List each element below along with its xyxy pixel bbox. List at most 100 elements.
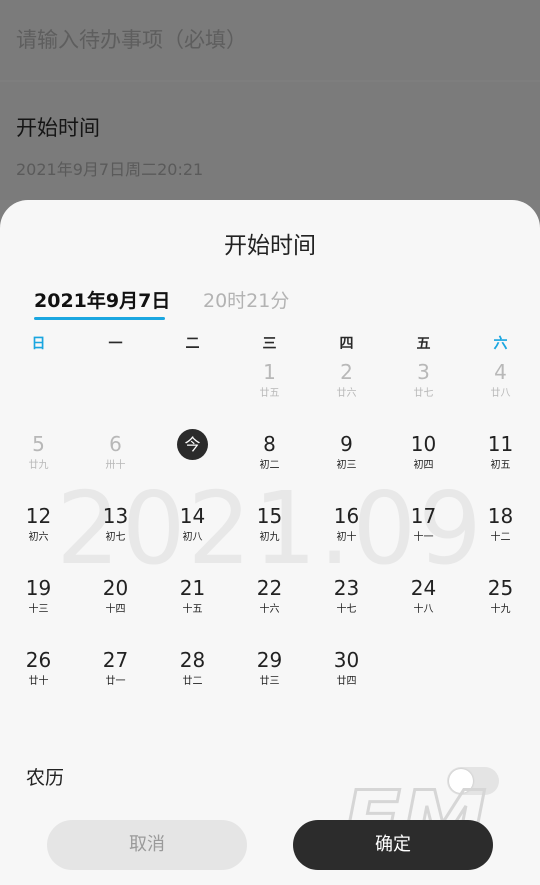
calendar-day[interactable]: 3 廿七 bbox=[385, 360, 462, 420]
calendar-day[interactable]: 25 十九 bbox=[462, 576, 539, 636]
calendar-day[interactable]: 11 初五 bbox=[462, 432, 539, 492]
calendar-day[interactable]: 21 十五 bbox=[154, 576, 231, 636]
weekday-sun: 日 bbox=[31, 336, 46, 352]
day-number: 24 bbox=[410, 576, 437, 600]
calendar-day[interactable]: 30 廿四 bbox=[308, 648, 385, 708]
calendar-day[interactable]: 16 初十 bbox=[308, 504, 385, 564]
day-number: 11 bbox=[487, 432, 514, 456]
calendar-day[interactable]: 1 廿五 bbox=[231, 360, 308, 420]
calendar-day[interactable]: 6 卅十 bbox=[77, 432, 154, 492]
lunar-date: 十五 bbox=[182, 604, 203, 615]
lunar-date: 廿四 bbox=[336, 676, 357, 687]
day-number: 10 bbox=[410, 432, 437, 456]
calendar-day[interactable]: 8 初二 bbox=[231, 432, 308, 492]
lunar-date: 初五 bbox=[490, 460, 511, 471]
calendar-day[interactable]: 23 十七 bbox=[308, 576, 385, 636]
todo-input-row: 请输入待办事项（必填） bbox=[0, 0, 540, 80]
calendar-day[interactable]: 28 廿二 bbox=[154, 648, 231, 708]
day-number: 9 bbox=[340, 432, 353, 456]
calendar-day[interactable]: 19 十三 bbox=[0, 576, 77, 636]
calendar-day[interactable]: 今 bbox=[154, 429, 231, 492]
day-number: 2 bbox=[340, 360, 353, 384]
lunar-date: 廿一 bbox=[105, 676, 126, 687]
day-number: 1 bbox=[263, 360, 276, 384]
day-number: 30 bbox=[333, 648, 360, 672]
lunar-date: 廿九 bbox=[28, 460, 49, 471]
picker-title: 开始时间 bbox=[224, 233, 316, 259]
day-number: 6 bbox=[109, 432, 122, 456]
calendar-day[interactable]: 18 十二 bbox=[462, 504, 539, 564]
weekday-sat: 六 bbox=[493, 336, 508, 352]
lunar-date: 廿七 bbox=[413, 388, 434, 399]
day-number: 3 bbox=[417, 360, 430, 384]
calendar-day[interactable]: 26 廿十 bbox=[0, 648, 77, 708]
day-number: 25 bbox=[487, 576, 514, 600]
lunar-date: 初六 bbox=[28, 532, 49, 543]
day-number: 16 bbox=[333, 504, 360, 528]
weekday-thu: 四 bbox=[339, 336, 354, 352]
start-time-label: 开始时间 bbox=[16, 116, 100, 140]
day-number: 22 bbox=[256, 576, 283, 600]
calendar-day[interactable]: 10 初四 bbox=[385, 432, 462, 492]
lunar-toggle-label: 农历 bbox=[26, 767, 65, 789]
lunar-date: 十四 bbox=[105, 604, 126, 615]
tab-time[interactable]: 20时21分 bbox=[203, 286, 289, 313]
tab-date[interactable]: 2021年9月7日 bbox=[34, 286, 170, 313]
lunar-date: 廿六 bbox=[336, 388, 357, 399]
today-marker: 今 bbox=[177, 429, 208, 460]
calendar-day[interactable]: 9 初三 bbox=[308, 432, 385, 492]
lunar-date: 十一 bbox=[413, 532, 434, 543]
confirm-button[interactable]: 确定 bbox=[293, 820, 493, 870]
lunar-date: 廿八 bbox=[490, 388, 511, 399]
calendar-day[interactable]: 5 廿九 bbox=[0, 432, 77, 492]
day-number: 28 bbox=[179, 648, 206, 672]
lunar-date: 十九 bbox=[490, 604, 511, 615]
day-number: 8 bbox=[263, 432, 276, 456]
lunar-date: 十三 bbox=[28, 604, 49, 615]
calendar-day[interactable]: 22 十六 bbox=[231, 576, 308, 636]
weekday-header: 日 一 二 三 四 五 六 bbox=[0, 333, 540, 355]
lunar-date: 卅十 bbox=[105, 460, 126, 471]
date-picker-sheet: 开始时间 2021年9月7日 20时21分 日 一 二 三 四 五 六 2021… bbox=[0, 200, 540, 885]
day-number: 29 bbox=[256, 648, 283, 672]
calendar-day[interactable]: 17 十一 bbox=[385, 504, 462, 564]
calendar-day[interactable]: 27 廿一 bbox=[77, 648, 154, 708]
weekday-mon: 一 bbox=[108, 336, 123, 352]
calendar-day[interactable]: 13 初七 bbox=[77, 504, 154, 564]
calendar-day[interactable]: 4 廿八 bbox=[462, 360, 539, 420]
calendar-day[interactable]: 24 十八 bbox=[385, 576, 462, 636]
calendar-day[interactable]: 2 廿六 bbox=[308, 360, 385, 420]
lunar-date: 初九 bbox=[259, 532, 280, 543]
lunar-date: 廿三 bbox=[259, 676, 280, 687]
day-number: 17 bbox=[410, 504, 437, 528]
day-number: 26 bbox=[25, 648, 52, 672]
calendar-day[interactable]: 20 十四 bbox=[77, 576, 154, 636]
lunar-date: 廿二 bbox=[182, 676, 203, 687]
day-number: 27 bbox=[102, 648, 129, 672]
lunar-date: 廿五 bbox=[259, 388, 280, 399]
weekday-tue: 二 bbox=[185, 336, 200, 352]
day-number: 4 bbox=[494, 360, 507, 384]
lunar-date: 初八 bbox=[182, 532, 203, 543]
lunar-date: 廿十 bbox=[28, 676, 49, 687]
lunar-date: 十八 bbox=[413, 604, 434, 615]
todo-input-placeholder: 请输入待办事项（必填） bbox=[16, 28, 247, 52]
cancel-button[interactable]: 取消 bbox=[47, 820, 247, 870]
day-number: 14 bbox=[179, 504, 206, 528]
calendar-day[interactable]: 29 廿三 bbox=[231, 648, 308, 708]
day-number: 19 bbox=[25, 576, 52, 600]
day-number: 18 bbox=[487, 504, 514, 528]
weekday-fri: 五 bbox=[416, 336, 431, 352]
start-time-row: 开始时间 2021年9月7日周二20:21 bbox=[0, 82, 540, 200]
day-number: 15 bbox=[256, 504, 283, 528]
calendar-day[interactable]: 15 初九 bbox=[231, 504, 308, 564]
day-number: 5 bbox=[32, 432, 45, 456]
tab-date-indicator bbox=[34, 317, 165, 320]
lunar-date: 十二 bbox=[490, 532, 511, 543]
weekday-wed: 三 bbox=[262, 336, 277, 352]
calendar-day[interactable]: 14 初八 bbox=[154, 504, 231, 564]
calendar-day[interactable]: 12 初六 bbox=[0, 504, 77, 564]
lunar-date: 初四 bbox=[413, 460, 434, 471]
lunar-date: 初三 bbox=[336, 460, 357, 471]
day-number: 21 bbox=[179, 576, 206, 600]
